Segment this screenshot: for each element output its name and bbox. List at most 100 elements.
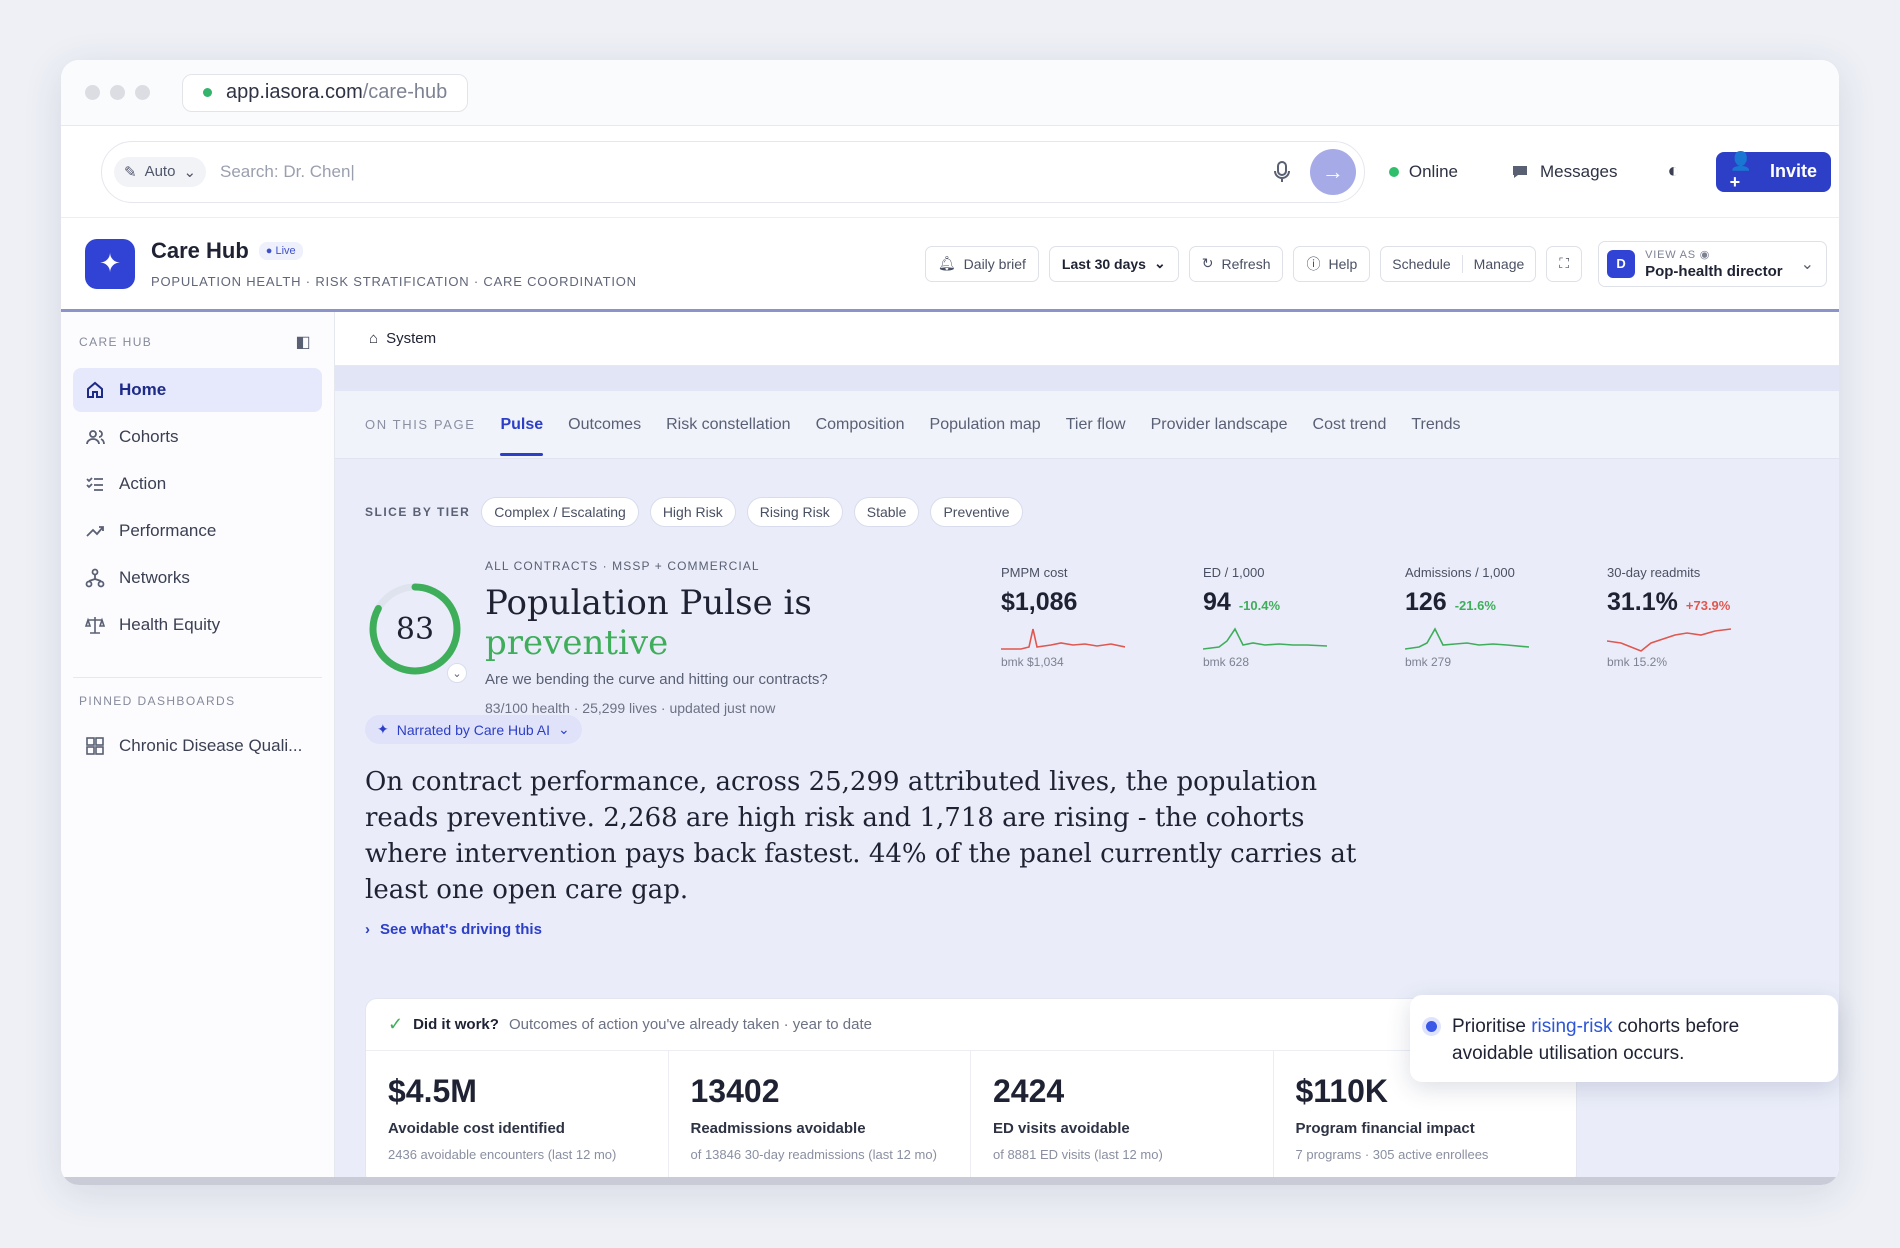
stat-label: Avoidable cost identified bbox=[388, 1120, 565, 1137]
tab-outcomes[interactable]: Outcomes bbox=[568, 416, 641, 434]
manage-button[interactable]: Manage bbox=[1463, 256, 1536, 272]
tab-trends[interactable]: Trends bbox=[1411, 416, 1460, 434]
stat-avoidable-cost[interactable]: $4.5M Avoidable cost identified 2436 avoid… bbox=[366, 1051, 669, 1182]
help-label: Help bbox=[1328, 255, 1358, 272]
chip-complex-escalating[interactable]: Complex / Escalating bbox=[481, 497, 639, 527]
users-icon bbox=[86, 430, 105, 445]
pulse-title: Population Pulse is preventive bbox=[485, 583, 812, 663]
sidebar-item-home[interactable]: Home bbox=[73, 368, 322, 412]
help-button[interactable]: ⓘ Help bbox=[1293, 245, 1371, 282]
window-minimize-dot[interactable] bbox=[110, 85, 125, 100]
view-as-select[interactable]: D VIEW AS ◉ Pop-health director ⌄ bbox=[1598, 240, 1827, 287]
schedule-manage-group: Schedule Manage bbox=[1380, 245, 1537, 282]
chip-high-risk[interactable]: High Risk bbox=[649, 497, 736, 527]
kpi-label: 30-day readmits bbox=[1607, 565, 1701, 580]
stat-ed-visits-avoidable[interactable]: 2424 ED visits avoidable of 8881 ED visits… bbox=[971, 1051, 1274, 1182]
kpi-ed-per-1000[interactable]: ED / 1,000 94 -10.4% bmk 628 bbox=[1203, 559, 1405, 685]
insight-toast[interactable]: Prioritise rising-risk cohorts before av… bbox=[1410, 995, 1838, 1082]
tab-composition[interactable]: Composition bbox=[816, 416, 905, 434]
arrow-right-icon: → bbox=[1321, 158, 1344, 184]
home-icon: ⌂ bbox=[369, 330, 379, 347]
chat-bubble-icon bbox=[1513, 165, 1528, 178]
date-range-select[interactable]: Last 30 days ⌄ bbox=[1048, 245, 1179, 282]
did-it-work-title: Did it work? bbox=[413, 1016, 499, 1033]
mode-selector[interactable]: ✎ Auto ⌄ bbox=[114, 156, 207, 187]
stat-readmissions-avoidable[interactable]: 13402 Readmissions avoidable of 13846 30-d… bbox=[669, 1051, 971, 1182]
kpi-value: 31.1% bbox=[1607, 588, 1678, 616]
bell-icon: 🔔︎ bbox=[937, 255, 956, 271]
dashboard-grid-icon bbox=[86, 737, 104, 755]
sidebar-item-action[interactable]: Action bbox=[73, 462, 322, 506]
tab-provider-landscape[interactable]: Provider landscape bbox=[1151, 416, 1288, 434]
pulse-section: 83 ⌄ ALL CONTRACTS · MSSP + COMMERCIAL P… bbox=[335, 527, 1839, 716]
hub-title: Care Hub bbox=[151, 238, 249, 263]
address-bar[interactable]: app.iasora.com/care-hub bbox=[182, 73, 469, 112]
search-bar[interactable]: ✎ Auto ⌄ Search: Dr. Chen| → bbox=[101, 140, 1365, 203]
kpi-readmits[interactable]: 30-day readmits 31.1% +73.9% bmk 15.2% bbox=[1607, 559, 1809, 685]
sidebar-item-networks[interactable]: Networks bbox=[73, 556, 322, 600]
kpi-delta: -21.6% bbox=[1454, 598, 1496, 613]
did-it-work-card: ✓ Did it work? Outcomes of action you've… bbox=[365, 998, 1577, 1182]
hub-header: ✦ Care Hub ● Live POPULATION HEALTH · RIS… bbox=[61, 218, 1839, 312]
sidebar-item-label: Cohorts bbox=[119, 427, 179, 446]
invite-button[interactable]: 👤+ Invite bbox=[1715, 151, 1831, 192]
breadcrumb-item[interactable]: System bbox=[386, 330, 436, 347]
kpi-value: 126 bbox=[1405, 588, 1447, 616]
chip-rising-risk[interactable]: Rising Risk bbox=[746, 497, 843, 527]
messages-label: Messages bbox=[1540, 161, 1618, 181]
brain-icon[interactable]: ◐ bbox=[1668, 160, 1680, 183]
stat-value: $4.5M bbox=[388, 1073, 477, 1109]
window-close-dot[interactable] bbox=[85, 85, 100, 100]
view-as-label: VIEW AS bbox=[1645, 248, 1696, 261]
collapse-sidebar-icon[interactable]: ◧ bbox=[295, 332, 312, 352]
status-dot-icon bbox=[1388, 166, 1399, 177]
kpi-label: PMPM cost bbox=[1001, 565, 1068, 580]
chevron-down-icon: ⌄ bbox=[183, 163, 197, 181]
mode-label: Auto bbox=[144, 163, 176, 180]
horizontal-scrollbar[interactable] bbox=[61, 1177, 1839, 1185]
browser-chrome: app.iasora.com/care-hub bbox=[61, 60, 1839, 126]
schedule-button[interactable]: Schedule bbox=[1381, 256, 1461, 272]
pinned-dashboard-item[interactable]: Chronic Disease Quali... bbox=[73, 724, 322, 768]
tab-tier-flow[interactable]: Tier flow bbox=[1066, 416, 1126, 434]
tab-pulse[interactable]: Pulse bbox=[500, 416, 543, 456]
tab-population-map[interactable]: Population map bbox=[930, 416, 1041, 434]
kpi-pmpm-cost[interactable]: PMPM cost $1,086 bmk $1,034 bbox=[1001, 559, 1203, 685]
chip-preventive[interactable]: Preventive bbox=[930, 497, 1023, 527]
sparkline-readmits bbox=[1607, 628, 1731, 652]
toast-highlight[interactable]: rising-risk bbox=[1531, 1016, 1612, 1037]
kpi-admissions-per-1000[interactable]: Admissions / 1,000 126 -21.6% bmk 279 bbox=[1405, 559, 1607, 685]
health-score-ring[interactable]: 83 ⌄ bbox=[365, 579, 467, 683]
tab-risk-constellation[interactable]: Risk constellation bbox=[666, 416, 791, 434]
toast-text: Prioritise bbox=[1452, 1016, 1532, 1037]
sidebar-item-health-equity[interactable]: Health Equity bbox=[73, 603, 322, 647]
submit-search-button[interactable]: → bbox=[1309, 148, 1356, 195]
see-drivers-link[interactable]: › See what's driving this bbox=[365, 921, 1809, 938]
fullscreen-button[interactable]: ⛶ bbox=[1546, 245, 1583, 282]
search-input[interactable]: Search: Dr. Chen| bbox=[220, 162, 1272, 182]
stat-sub: 7 programs · 305 active enrollees bbox=[1295, 1147, 1489, 1162]
url-host: app.iasora.com bbox=[226, 81, 363, 103]
chevron-down-icon[interactable]: ⌄ bbox=[447, 663, 467, 683]
messages-button[interactable]: Messages bbox=[1510, 161, 1618, 182]
narrated-by-label: Narrated by Care Hub AI bbox=[396, 721, 551, 738]
secure-indicator-icon bbox=[203, 88, 212, 97]
stat-sub: 2436 avoidable encounters (last 12 mo) bbox=[388, 1147, 617, 1162]
stat-sub: of 8881 ED visits (last 12 mo) bbox=[993, 1147, 1163, 1162]
refresh-button[interactable]: ↻ Refresh bbox=[1188, 245, 1284, 282]
daily-brief-button[interactable]: 🔔︎ Daily brief bbox=[924, 245, 1039, 282]
view-as-role: Pop-health director bbox=[1645, 262, 1783, 280]
sidebar-item-performance[interactable]: Performance bbox=[73, 509, 322, 553]
microphone-icon[interactable] bbox=[1272, 160, 1292, 184]
tier-slicer: SLICE BY TIER Complex / Escalating High … bbox=[335, 459, 1839, 527]
sidebar-item-label: Action bbox=[119, 474, 167, 493]
tab-cost-trend[interactable]: Cost trend bbox=[1313, 416, 1387, 434]
refresh-label: Refresh bbox=[1221, 255, 1271, 272]
kpi-label: ED / 1,000 bbox=[1203, 565, 1265, 580]
sidebar-item-cohorts[interactable]: Cohorts bbox=[73, 415, 322, 459]
stat-label: Readmissions avoidable bbox=[690, 1120, 866, 1137]
window-maximize-dot[interactable] bbox=[135, 85, 150, 100]
narrated-by-select[interactable]: ✦ Narrated by Care Hub AI ⌄ bbox=[365, 715, 582, 744]
chip-stable[interactable]: Stable bbox=[853, 497, 920, 527]
kpi-benchmark: bmk 628 bbox=[1203, 655, 1250, 669]
